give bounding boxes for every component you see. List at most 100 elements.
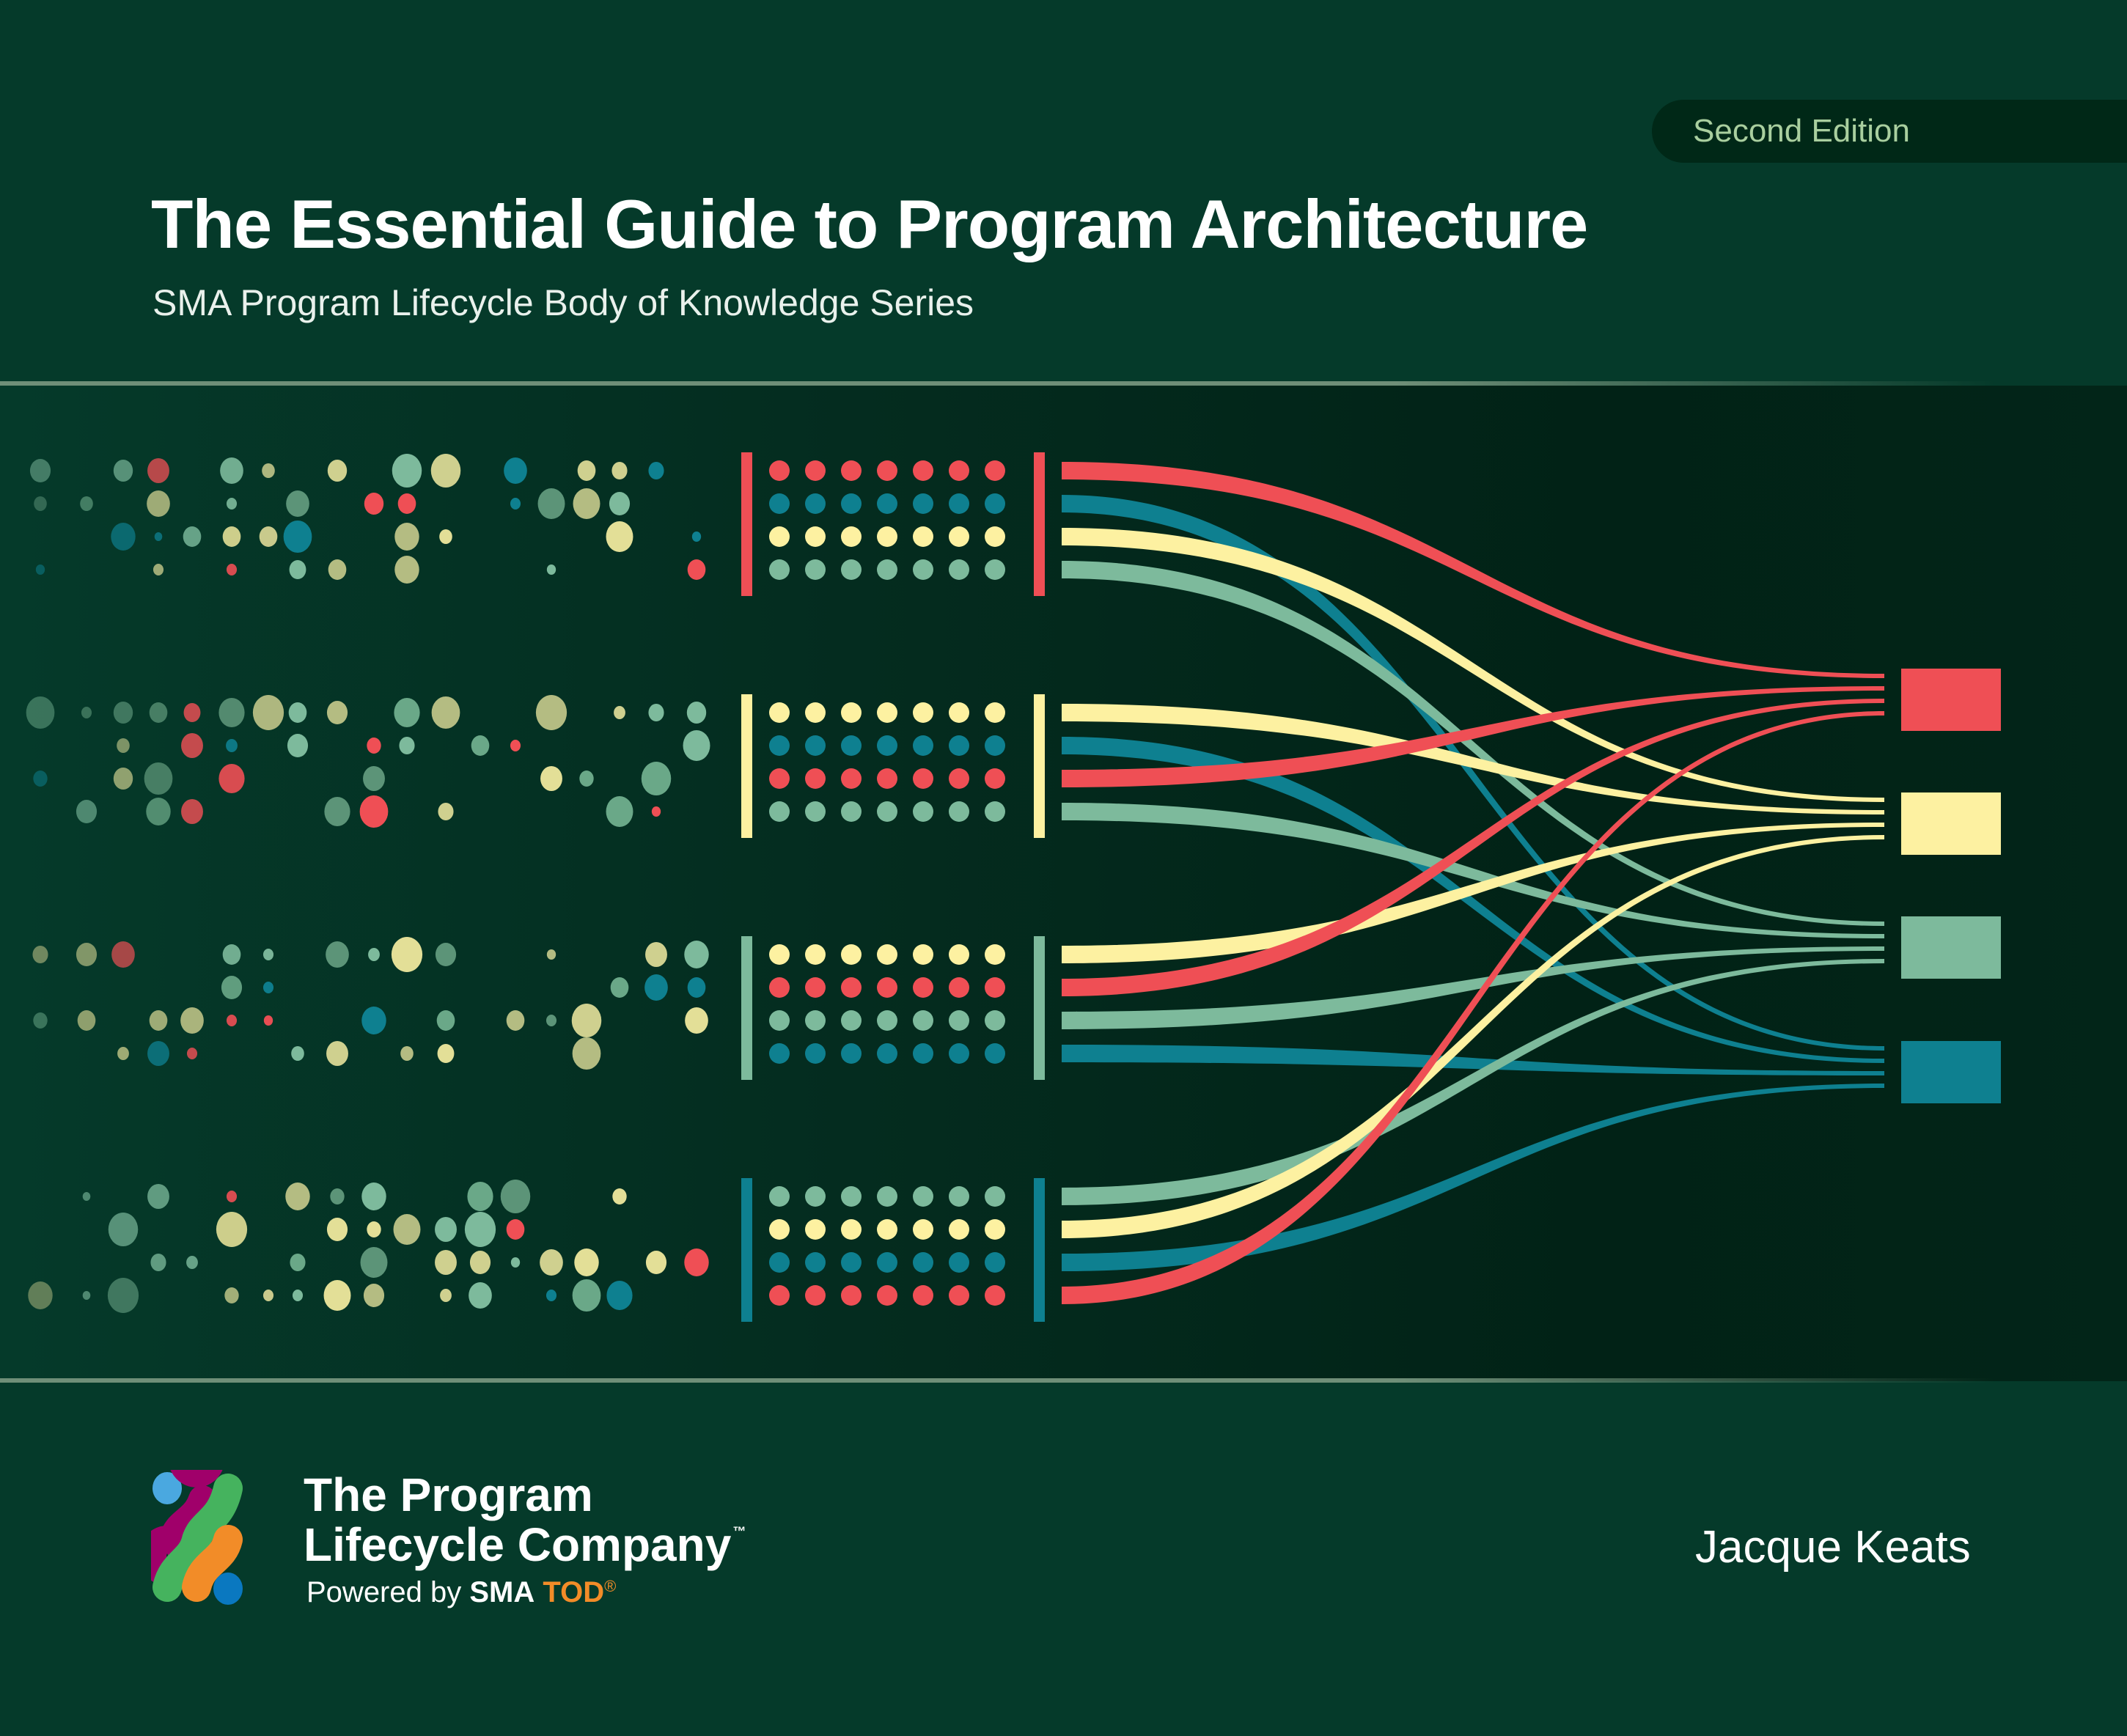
scatter-dot [287, 734, 309, 757]
grid-dot [805, 735, 826, 756]
scatter-dot [81, 707, 92, 718]
book-title: The Essential Guide to Program Architect… [151, 185, 1588, 262]
scatter-dot [35, 564, 45, 575]
scatter-dot [327, 460, 348, 482]
scatter-dot [438, 803, 454, 820]
scatter-dot [606, 796, 633, 827]
grid-dot [805, 944, 826, 965]
grid-dot [769, 559, 790, 580]
scatter-dot [684, 1248, 709, 1276]
scatter-dot [397, 493, 416, 514]
scatter-dot [226, 739, 238, 752]
grid-dot [769, 977, 790, 998]
grid-dot [913, 526, 933, 547]
grid-dot [841, 702, 862, 723]
group-bar-right [1034, 936, 1045, 1080]
scatter-dot [394, 698, 420, 727]
scatter-dot [683, 730, 710, 761]
scatter-dot [326, 941, 349, 968]
grid-dot [841, 977, 862, 998]
grid-dot [949, 1043, 969, 1064]
grid-dot [985, 1219, 1005, 1240]
grid-dot [985, 1186, 1005, 1207]
grid-dot [985, 559, 1005, 580]
scatter-dot [367, 1221, 381, 1237]
scatter-dot [437, 1044, 455, 1063]
grid-dot [841, 460, 862, 481]
scatter-dot [579, 770, 594, 787]
grid-dot [949, 977, 969, 998]
grid-dot [913, 735, 933, 756]
grid-dot [805, 1252, 826, 1273]
scatter-dot [181, 733, 203, 758]
scatter-dot [394, 523, 419, 551]
grid-dot [769, 944, 790, 965]
grid-dot [769, 801, 790, 822]
scatter-dot [111, 523, 136, 551]
scatter-dot [154, 532, 163, 541]
scatter-dot [330, 1188, 345, 1204]
scatter-dot [610, 977, 629, 998]
publisher-name-line1: The Program [304, 1468, 593, 1521]
scatter-dot [537, 488, 565, 519]
scatter-dot [150, 1254, 166, 1271]
scatter-dot [226, 1015, 238, 1026]
sma-wordmark: SMA [469, 1576, 535, 1608]
grid-dot [769, 1010, 790, 1031]
scatter-dot [328, 559, 347, 580]
scatter-dot [181, 799, 203, 824]
scatter-dot [326, 1041, 348, 1066]
grid-dot [949, 493, 969, 514]
book-subtitle: SMA Program Lifecycle Body of Knowledge … [153, 282, 974, 323]
grid-dot [913, 702, 933, 723]
scatter-dot [572, 1279, 601, 1312]
scatter-dot [577, 460, 596, 481]
scatter-dot [262, 982, 274, 993]
scatter-dot [606, 521, 633, 552]
grid-dot [841, 735, 862, 756]
grid-dot [805, 460, 826, 481]
grid-dot [805, 801, 826, 822]
flow-ribbon [1062, 462, 1884, 678]
grid-dot [841, 768, 862, 789]
grid-dot [985, 735, 1005, 756]
grid-dot [985, 1252, 1005, 1273]
scatter-dot [226, 564, 238, 575]
grid-dot [949, 1010, 969, 1031]
scatter-dot [606, 1281, 633, 1310]
grid-dot [769, 1252, 790, 1273]
scatter-dot [146, 798, 171, 825]
registered-symbol: ® [604, 1577, 617, 1595]
grid-dot [769, 460, 790, 481]
scatter-dot [117, 1047, 129, 1060]
scatter-dot [183, 703, 201, 722]
scatter-dot [291, 1046, 304, 1061]
scatter-dot [500, 1180, 531, 1213]
grid-dot [913, 1043, 933, 1064]
scatter-dot [147, 1041, 169, 1066]
grid-dot [769, 493, 790, 514]
grid-dot [769, 735, 790, 756]
scatter-dot [364, 493, 384, 515]
edition-badge: Second Edition [1652, 100, 2127, 163]
scatter-dot [612, 1188, 627, 1204]
grid-dot [769, 768, 790, 789]
grid-dot [877, 1219, 897, 1240]
scatter-dot [648, 462, 664, 479]
scatter-dot [359, 795, 389, 828]
scatter-dot [399, 737, 415, 754]
scatter-dot [82, 1192, 91, 1201]
grid-dot [805, 1010, 826, 1031]
scatter-dot [144, 762, 173, 795]
grid-dot [985, 801, 1005, 822]
scatter-dot [186, 1048, 198, 1059]
grid-dot [769, 1285, 790, 1306]
scatter-dot [504, 457, 527, 484]
scatter-dot [391, 937, 423, 972]
grid-dot [805, 1285, 826, 1306]
group-bar-right [1034, 1178, 1045, 1322]
scatter-dot [439, 529, 452, 544]
scatter-dot [644, 974, 668, 1001]
scatter-dot [147, 458, 169, 483]
scatter-dot [506, 1010, 525, 1031]
